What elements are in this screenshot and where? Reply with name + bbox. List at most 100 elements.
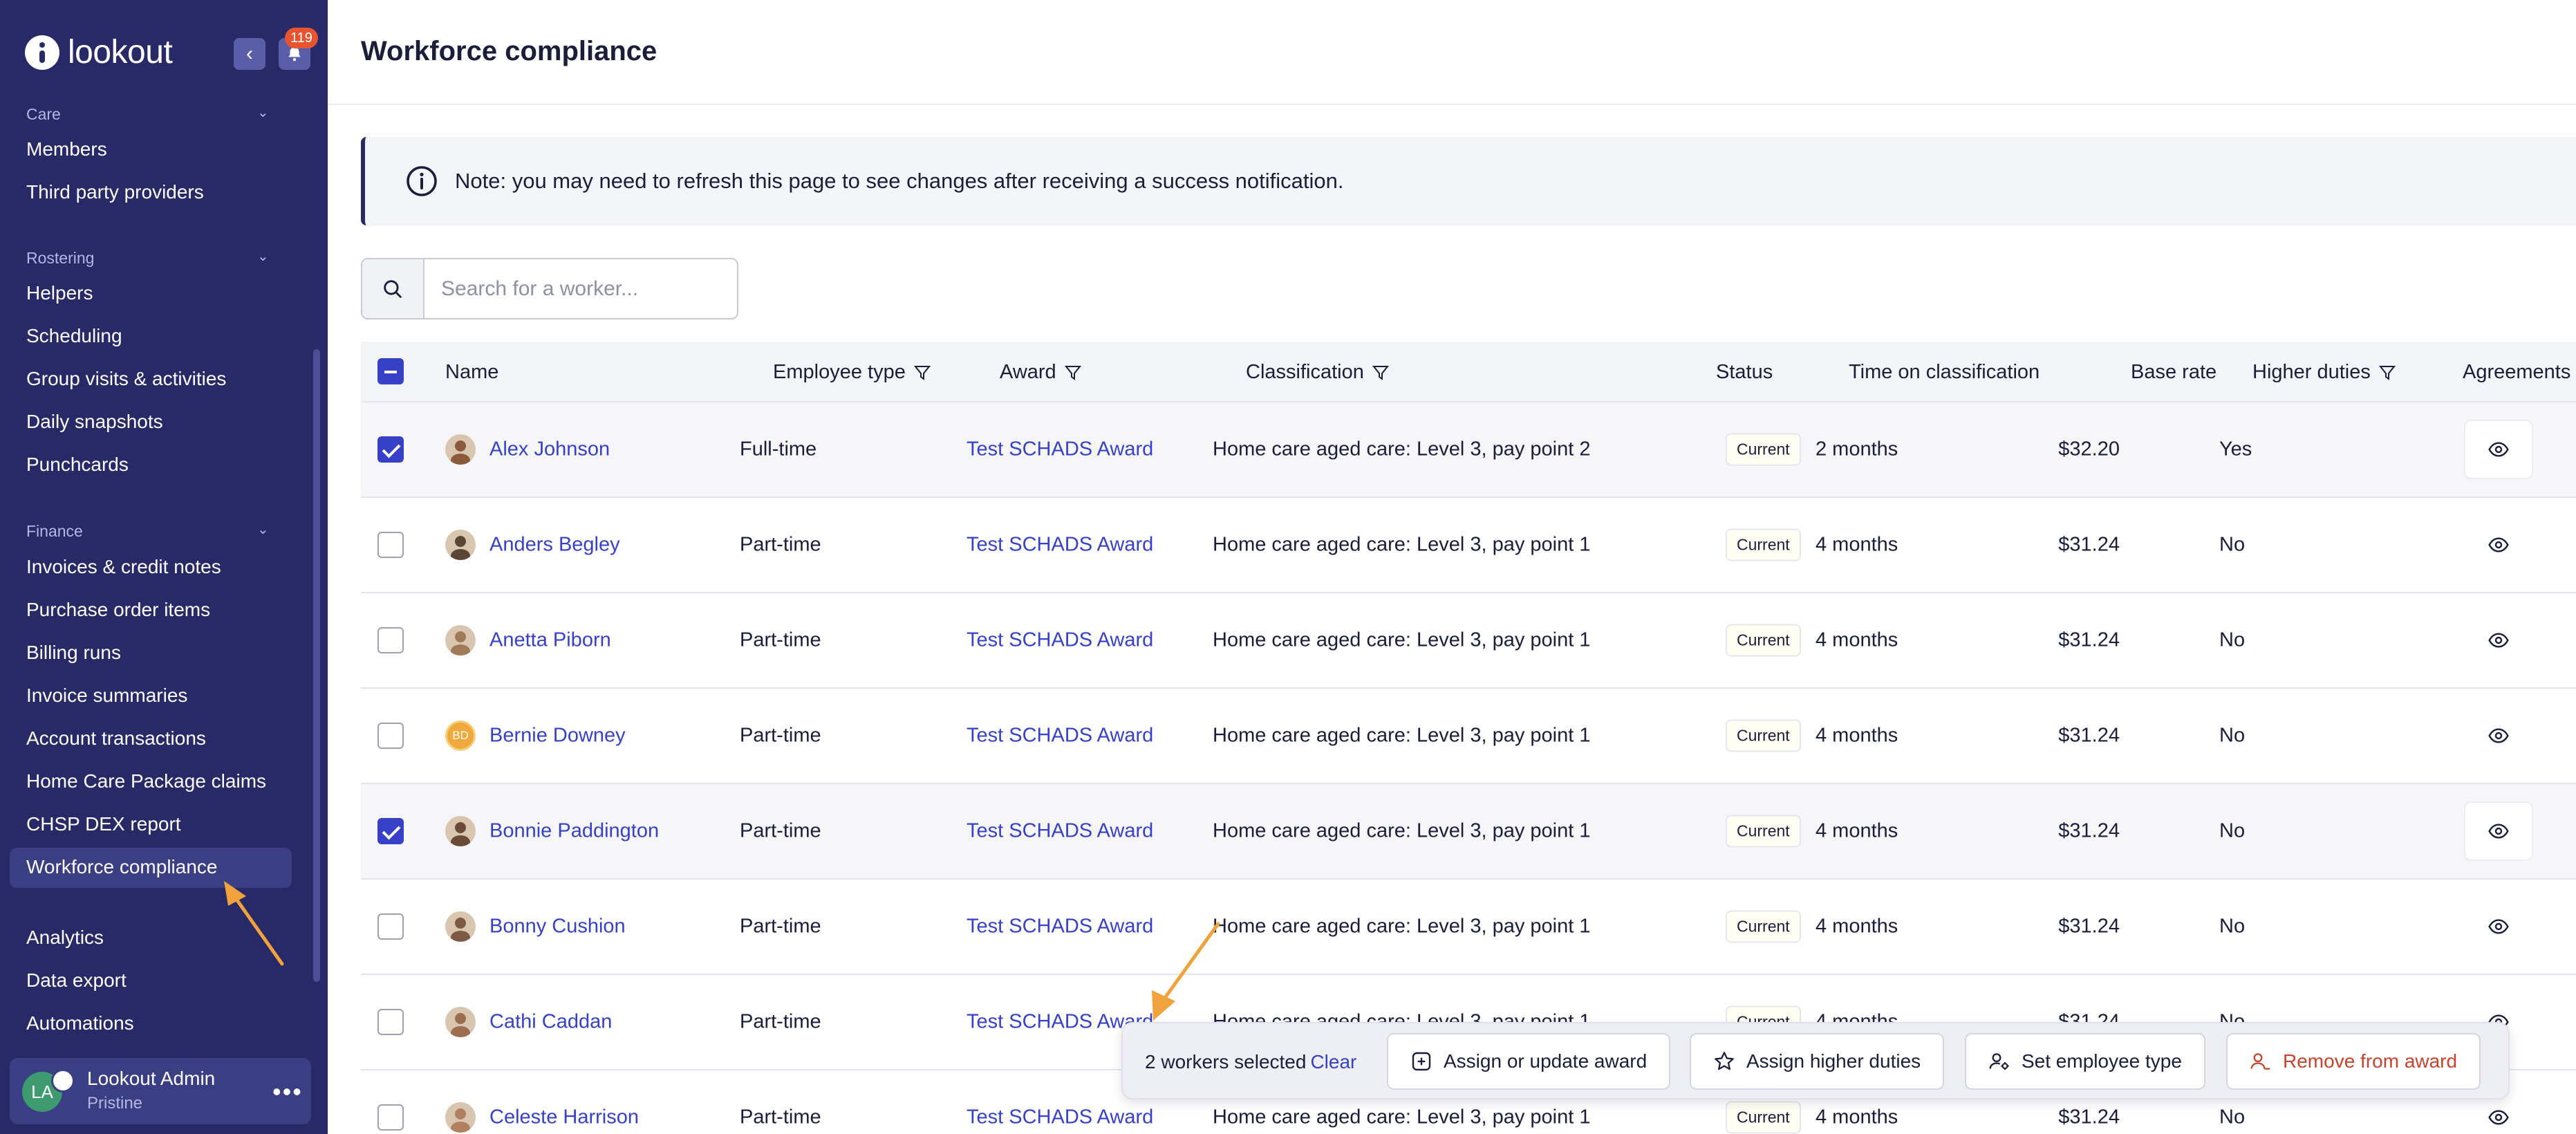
- logo[interactable]: lookout: [25, 33, 173, 71]
- worker-name-link[interactable]: Celeste Harrison: [489, 1106, 639, 1129]
- sidebar-item-home-care-package-claims[interactable]: Home Care Package claims: [26, 770, 266, 792]
- sidebar-item-chsp-dex-report[interactable]: CHSP DEX report: [26, 813, 181, 835]
- worker-name-link[interactable]: Anders Begley: [489, 534, 620, 557]
- column-header-base-rate[interactable]: Base rate: [2131, 361, 2216, 384]
- column-header-higher-duties[interactable]: Higher duties: [2252, 361, 2396, 384]
- table-row[interactable]: Bonnie Paddington Part-time Test SCHADS …: [361, 784, 2576, 880]
- set-employee-type-button[interactable]: Set employee type: [1965, 1033, 2205, 1090]
- worker-name-link[interactable]: Bernie Downey: [489, 725, 626, 747]
- view-agreements-button[interactable]: [2464, 515, 2533, 575]
- chevron-down-icon[interactable]: ⌄: [257, 104, 274, 120]
- sidebar-item-invoice-summaries[interactable]: Invoice summaries: [26, 685, 187, 707]
- classification: Home care aged care: Level 3, pay point …: [1213, 819, 1591, 842]
- column-header-classification[interactable]: Classification: [1246, 361, 1389, 384]
- row-checkbox[interactable]: [377, 818, 404, 844]
- higher-duties: No: [2219, 629, 2246, 651]
- column-header-time-on-classification[interactable]: Time on classification: [1849, 361, 2040, 384]
- row-checkbox[interactable]: [377, 723, 404, 749]
- row-checkbox[interactable]: [377, 436, 404, 463]
- chevron-down-icon[interactable]: ⌄: [257, 248, 274, 264]
- view-agreements-button[interactable]: [2464, 420, 2533, 479]
- sidebar-item-workforce-compliance[interactable]: Workforce compliance: [26, 856, 217, 878]
- table-row[interactable]: Anders Begley Part-time Test SCHADS Awar…: [361, 498, 2576, 593]
- worker-name-link[interactable]: Anetta Piborn: [489, 629, 611, 652]
- row-checkbox[interactable]: [377, 1009, 404, 1035]
- sidebar-item-data-export[interactable]: Data export: [26, 969, 127, 992]
- worker-name-link[interactable]: Bonny Cushion: [489, 915, 626, 938]
- worker-name-link[interactable]: Alex Johnson: [489, 438, 610, 461]
- column-header-status[interactable]: Status: [1716, 361, 1773, 384]
- search-box[interactable]: [361, 258, 738, 319]
- sidebar-item-third-party-providers[interactable]: Third party providers: [26, 181, 204, 203]
- employee-type: Part-time: [740, 1010, 821, 1033]
- sidebar-item-group-visits[interactable]: Group visits & activities: [26, 368, 226, 390]
- nav-section-finance[interactable]: Finance: [26, 522, 83, 541]
- view-agreements-button[interactable]: [2464, 801, 2533, 861]
- sidebar-item-account-transactions[interactable]: Account transactions: [26, 727, 206, 750]
- more-icon[interactable]: •••: [272, 1077, 303, 1106]
- status-badge: Current: [1726, 1101, 1801, 1134]
- row-checkbox[interactable]: [377, 1104, 404, 1131]
- assign-higher-duties-button[interactable]: Assign higher duties: [1690, 1033, 1945, 1090]
- sidebar-item-punchcards[interactable]: Punchcards: [26, 454, 129, 476]
- table-row[interactable]: Anetta Piborn Part-time Test SCHADS Awar…: [361, 593, 2576, 689]
- sidebar-item-automations[interactable]: Automations: [26, 1012, 134, 1034]
- status-badge: Current: [1726, 528, 1801, 561]
- filter-icon[interactable]: [2378, 365, 2396, 380]
- notifications-badge: 119: [285, 28, 318, 48]
- column-header-name[interactable]: Name: [445, 361, 498, 384]
- view-agreements-button[interactable]: [2464, 897, 2533, 956]
- sidebar-scrollbar[interactable]: [313, 349, 320, 982]
- column-header-employee-type[interactable]: Employee type: [773, 361, 931, 384]
- table-header: Name Employee type Award Classification …: [361, 342, 2576, 402]
- chevron-down-icon[interactable]: ⌄: [257, 521, 274, 537]
- worker-name-link[interactable]: Bonnie Paddington: [489, 820, 659, 843]
- view-agreements-button[interactable]: [2464, 611, 2533, 670]
- column-header-award[interactable]: Award: [1000, 361, 1081, 384]
- main-content: Workforce compliance Note: you may need …: [328, 0, 2576, 1134]
- remove-from-award-button[interactable]: Remove from award: [2226, 1033, 2481, 1090]
- nav-section-rostering[interactable]: Rostering: [26, 249, 94, 268]
- filter-icon[interactable]: [1372, 365, 1389, 380]
- sidebar-item-invoices[interactable]: Invoices & credit notes: [26, 556, 221, 578]
- sidebar-item-daily-snapshots[interactable]: Daily snapshots: [26, 411, 163, 433]
- search-button[interactable]: [362, 259, 424, 318]
- avatar: [445, 530, 476, 560]
- search-input[interactable]: [424, 259, 737, 318]
- time-on-classification: 4 months: [1816, 533, 1898, 556]
- info-icon: [407, 166, 437, 196]
- sidebar-item-purchase-order-items[interactable]: Purchase order items: [26, 599, 210, 621]
- award-link[interactable]: Test SCHADS Award: [967, 438, 1153, 461]
- award-link[interactable]: Test SCHADS Award: [967, 629, 1153, 652]
- award-link[interactable]: Test SCHADS Award: [967, 915, 1153, 938]
- table-row[interactable]: BD Bernie Downey Part-time Test SCHADS A…: [361, 689, 2576, 784]
- user-menu[interactable]: LA Lookout Admin Pristine •••: [10, 1058, 311, 1124]
- award-link[interactable]: Test SCHADS Award: [967, 534, 1153, 557]
- worker-name-link[interactable]: Cathi Caddan: [489, 1011, 612, 1034]
- sidebar-item-billing-runs[interactable]: Billing runs: [26, 642, 121, 664]
- nav-section-care[interactable]: Care: [26, 105, 61, 124]
- column-header-agreements[interactable]: Agreements: [2463, 361, 2570, 384]
- row-checkbox[interactable]: [377, 532, 404, 558]
- award-link[interactable]: Test SCHADS Award: [967, 725, 1153, 747]
- sidebar-item-members[interactable]: Members: [26, 138, 107, 160]
- table-row[interactable]: Bonny Cushion Part-time Test SCHADS Awar…: [361, 880, 2576, 975]
- filter-icon[interactable]: [913, 365, 931, 380]
- table-row[interactable]: Alex Johnson Full-time Test SCHADS Award…: [361, 402, 2576, 498]
- sidebar-item-helpers[interactable]: Helpers: [26, 282, 93, 304]
- award-link[interactable]: Test SCHADS Award: [967, 1106, 1153, 1129]
- row-checkbox[interactable]: [377, 627, 404, 653]
- status-badge: Current: [1726, 719, 1801, 752]
- assign-award-button[interactable]: Assign or update award: [1387, 1033, 1671, 1090]
- selected-count: 2 workers selected Clear: [1145, 1051, 1356, 1073]
- sidebar-item-analytics[interactable]: Analytics: [26, 927, 104, 949]
- filter-icon[interactable]: [1064, 365, 1081, 380]
- sidebar-item-scheduling[interactable]: Scheduling: [26, 325, 122, 347]
- select-all-checkbox[interactable]: [377, 358, 404, 384]
- employee-type: Part-time: [740, 724, 821, 747]
- award-link[interactable]: Test SCHADS Award: [967, 820, 1153, 843]
- clear-selection-link[interactable]: Clear: [1310, 1051, 1356, 1072]
- row-checkbox[interactable]: [377, 913, 404, 940]
- collapse-sidebar-button[interactable]: ‹: [234, 38, 265, 70]
- view-agreements-button[interactable]: [2464, 706, 2533, 765]
